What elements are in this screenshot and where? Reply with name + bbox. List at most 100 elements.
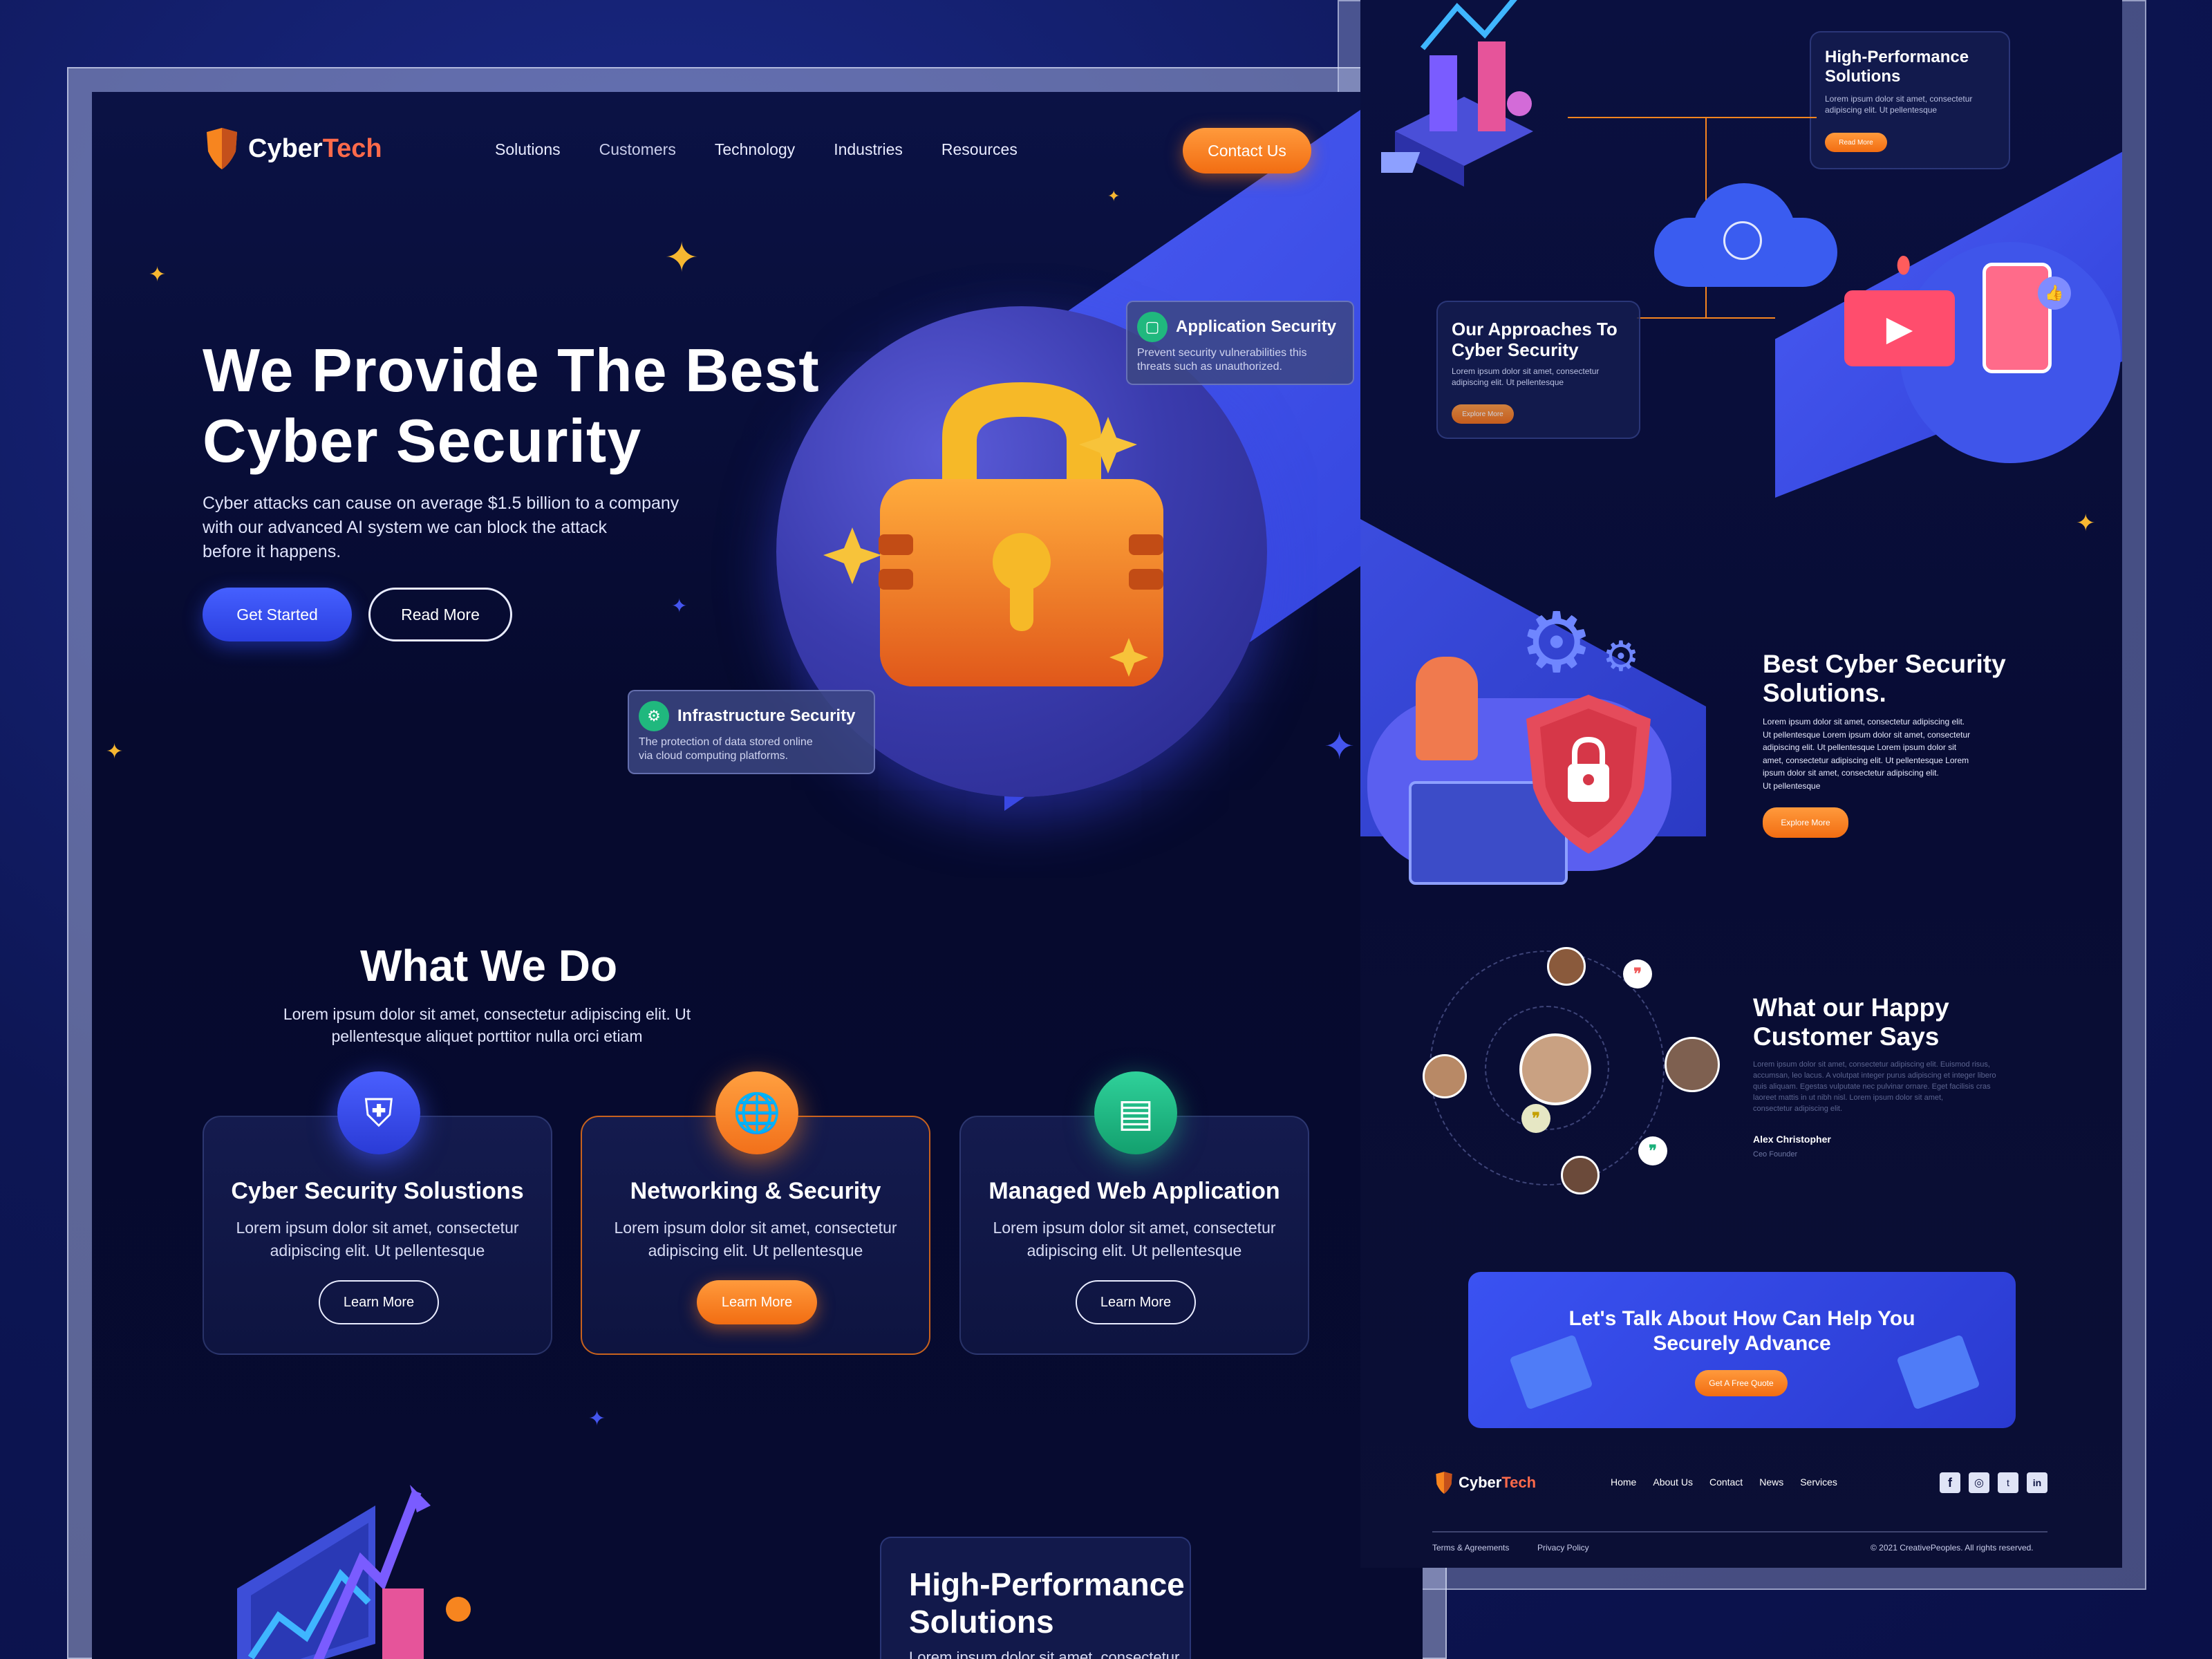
app-security-line2: threats such as unauthorized. (1137, 361, 1282, 373)
nav-solutions[interactable]: Solutions (495, 140, 561, 159)
nav-technology[interactable]: Technology (715, 140, 795, 159)
cta-line1: Let's Talk About How Can Help You (1568, 1307, 1915, 1330)
service-card: ⛨ Cyber Security Solustions Lorem ipsum … (203, 1071, 552, 1355)
sparkle-icon: ✦ (2076, 510, 2096, 536)
learn-more-button[interactable]: Learn More (1076, 1280, 1196, 1324)
map-pin-icon: ⬮ (1896, 252, 1911, 279)
best-title-line2: Solutions. (1763, 679, 1886, 707)
avatar[interactable] (1423, 1054, 1467, 1098)
avatar[interactable] (1665, 1037, 1720, 1092)
scrolled-page-preview: High-Performance Solutions Lorem ipsum d… (1360, 0, 2122, 1568)
hp-title-line1: High-Performance (1825, 48, 1969, 66)
high-perf-title-line2: Solutions (909, 1604, 1054, 1640)
quote-icon: ❞ (1623, 959, 1652, 988)
footer-divider (1432, 1531, 2047, 1533)
footer-terms-link[interactable]: Terms & Agreements (1432, 1543, 1509, 1553)
video-player-icon: ▶ (1844, 290, 1955, 366)
service-card-text-line: adipiscing elit. Ut pellentesque (1027, 1241, 1242, 1259)
globe-icon: 🌐 (715, 1071, 798, 1154)
service-card: 🌐 Networking & Security Lorem ipsum dolo… (581, 1071, 930, 1355)
hero-description: Cyber attacks can cause on average $1.5 … (203, 491, 679, 564)
testi-text-line: consectetur adipiscing elit. (1753, 1105, 1843, 1113)
phone-icon (1983, 263, 2052, 373)
nav-industries[interactable]: Industries (834, 140, 903, 159)
twitter-icon[interactable]: t (1998, 1472, 2018, 1493)
sparkle-icon: ✦ (1107, 187, 1121, 205)
best-text-line: Lorem ipsum dolor sit amet, consectetur … (1763, 717, 1965, 727)
hero-title-line2: Cyber Security (203, 406, 642, 475)
application-security-badge[interactable]: ▢ Application Security Prevent security … (1126, 301, 1354, 385)
globe-icon (1723, 221, 1762, 260)
high-perf-title-line1: High-Performance (909, 1566, 1185, 1602)
learn-more-button[interactable]: Learn More (319, 1280, 439, 1324)
wwd-desc-line2: pellentesque aliquet porttitor nulla orc… (331, 1027, 643, 1045)
quote-icon: ❞ (1638, 1136, 1667, 1165)
best-text-line: Ut pellentesque Lorem ipsum dolor sit am… (1763, 729, 1971, 740)
sparkle-icon: ✦ (671, 595, 688, 617)
service-card-text-line: Lorem ipsum dolor sit amet, consectetur (236, 1219, 519, 1237)
cta-line2: Securely Advance (1653, 1332, 1831, 1355)
service-card-text-line: adipiscing elit. Ut pellentesque (648, 1241, 863, 1259)
high-performance-card: High-Performance Solutions Lorem ipsum d… (880, 1537, 1191, 1659)
avatar[interactable] (1519, 1033, 1591, 1105)
infra-security-line2: via cloud computing platforms. (639, 750, 789, 762)
shield-logo-icon (1436, 1472, 1452, 1494)
read-more-button[interactable]: Read More (368, 588, 512, 641)
testi-title-line1: What our Happy (1753, 993, 1949, 1022)
high-perf-text: Lorem ipsum dolor sit amet, consectetur (909, 1649, 1180, 1659)
footer-privacy-link[interactable]: Privacy Policy (1537, 1543, 1589, 1553)
best-text-line: Ut pellentesque (1763, 780, 1821, 791)
sparkle-icon: ✦ (1324, 726, 1356, 767)
avatar[interactable] (1547, 947, 1586, 986)
get-started-button[interactable]: Get Started (203, 588, 352, 641)
analytics-illustration (237, 1485, 471, 1659)
instagram-icon[interactable]: ◎ (1969, 1472, 1989, 1493)
shield-lock-icon (1526, 695, 1651, 854)
service-card: ▤ Managed Web Application Lorem ipsum do… (959, 1071, 1309, 1355)
footer-link-home[interactable]: Home (1611, 1477, 1636, 1488)
testimonial-author-role: Ceo Founder (1753, 1150, 1798, 1159)
footer-link-about[interactable]: About Us (1653, 1477, 1693, 1488)
testimonial-text: Lorem ipsum dolor sit amet, consectetur … (1753, 1059, 1996, 1114)
nav-resources[interactable]: Resources (941, 140, 1018, 159)
linkedin-icon[interactable]: in (2027, 1472, 2047, 1493)
best-text-line: adipiscing elit. Ut pellentesque Lorem i… (1763, 742, 1957, 752)
sparkle-icon: ✦ (149, 263, 167, 286)
infra-security-title: Infrastructure Security (677, 706, 856, 725)
footer-copyright: © 2021 CreativePeoples. All rights reser… (1871, 1543, 2034, 1553)
nav-customers[interactable]: Customers (599, 140, 676, 159)
gear-icon: ⚙ (1519, 597, 1594, 689)
wwd-desc-line1: Lorem ipsum dolor sit amet, consectetur … (283, 1005, 691, 1023)
best-solutions-text: Lorem ipsum dolor sit amet, consectetur … (1763, 715, 1970, 792)
best-text-line: ipsum dolor sit amet, consectetur adipis… (1763, 768, 1939, 778)
web-app-icon: ▤ (1094, 1071, 1177, 1154)
footer-logo[interactable]: CyberTech (1434, 1471, 1536, 1494)
testimonial-author: Alex Christopher (1753, 1134, 1831, 1145)
learn-more-button[interactable]: Learn More (697, 1280, 817, 1324)
facebook-icon[interactable]: f (1940, 1472, 1960, 1493)
avatar[interactable] (1561, 1156, 1600, 1194)
cta-banner: Let's Talk About How Can Help You Secure… (1468, 1272, 2016, 1428)
person-illustration (1416, 657, 1478, 760)
hero-title-line1: We Provide The Best (203, 336, 820, 404)
landing-page-preview: CyberTech Solutions Customers Technology… (92, 92, 1423, 1659)
footer-link-news[interactable]: News (1759, 1477, 1783, 1488)
approach-explore-button[interactable]: Explore More (1452, 404, 1514, 424)
infra-security-icon: ⚙ (639, 701, 669, 731)
cloud-icon (1654, 183, 1837, 287)
footer-brand-part1: Cyber (1459, 1474, 1502, 1491)
infrastructure-security-badge[interactable]: ⚙ Infrastructure Security The protection… (628, 690, 875, 774)
best-explore-button[interactable]: Explore More (1763, 807, 1848, 838)
logo[interactable]: CyberTech (203, 126, 382, 171)
footer-brand-part2: Tech (1501, 1474, 1537, 1491)
footer-link-contact[interactable]: Contact (1709, 1477, 1743, 1488)
service-card-title: Cyber Security Solustions (231, 1178, 524, 1204)
best-text-line: amet, consectetur adipiscing elit. Ut pe… (1763, 755, 1969, 765)
hp-line1: Lorem ipsum dolor sit amet, consectetur (1825, 94, 1973, 104)
service-card-title: Networking & Security (630, 1178, 881, 1204)
social-links: f ◎ t in (1940, 1472, 2047, 1493)
contact-us-button[interactable]: Contact Us (1183, 128, 1311, 174)
get-free-quote-button[interactable]: Get A Free Quote (1695, 1370, 1788, 1396)
footer-link-services[interactable]: Services (1800, 1477, 1837, 1488)
best-title-line1: Best Cyber Security (1763, 650, 2006, 678)
